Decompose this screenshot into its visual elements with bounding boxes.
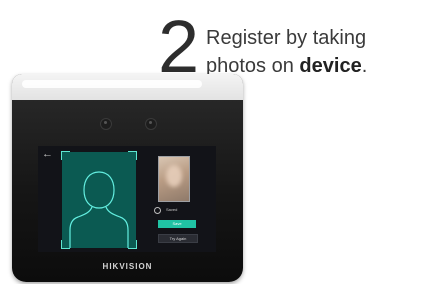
step-caption: Register by taking photos on device. <box>206 24 421 80</box>
status-radio-icon <box>154 207 161 214</box>
device-screen: ← Saved Save Try Again <box>38 146 216 252</box>
try-again-button[interactable]: Try Again <box>158 234 198 243</box>
save-button[interactable]: Save <box>158 220 196 228</box>
brand-logo: HIKVISION <box>102 262 153 271</box>
camera-left-icon <box>100 118 112 130</box>
captured-photo-thumbnail <box>158 156 190 202</box>
back-arrow-icon[interactable]: ← <box>42 149 53 160</box>
face-silhouette-icon <box>69 171 129 248</box>
device-top-bezel <box>12 74 243 100</box>
frame-corner-top-left <box>61 151 70 160</box>
bezel-highlight <box>22 80 202 88</box>
camera-right-icon <box>145 118 157 130</box>
caption-line2-bold: device <box>299 55 362 77</box>
caption-line1: Register by taking <box>206 27 367 49</box>
face-capture-frame <box>61 151 137 249</box>
face-recognition-terminal: ← Saved Save Try Again HIKVISION <box>12 74 243 282</box>
status-text: Saved <box>166 207 178 212</box>
caption-line2-suffix: . <box>361 55 368 77</box>
step-number: 2 <box>158 5 200 88</box>
frame-corner-top-right <box>128 151 137 160</box>
captured-face <box>166 165 182 187</box>
